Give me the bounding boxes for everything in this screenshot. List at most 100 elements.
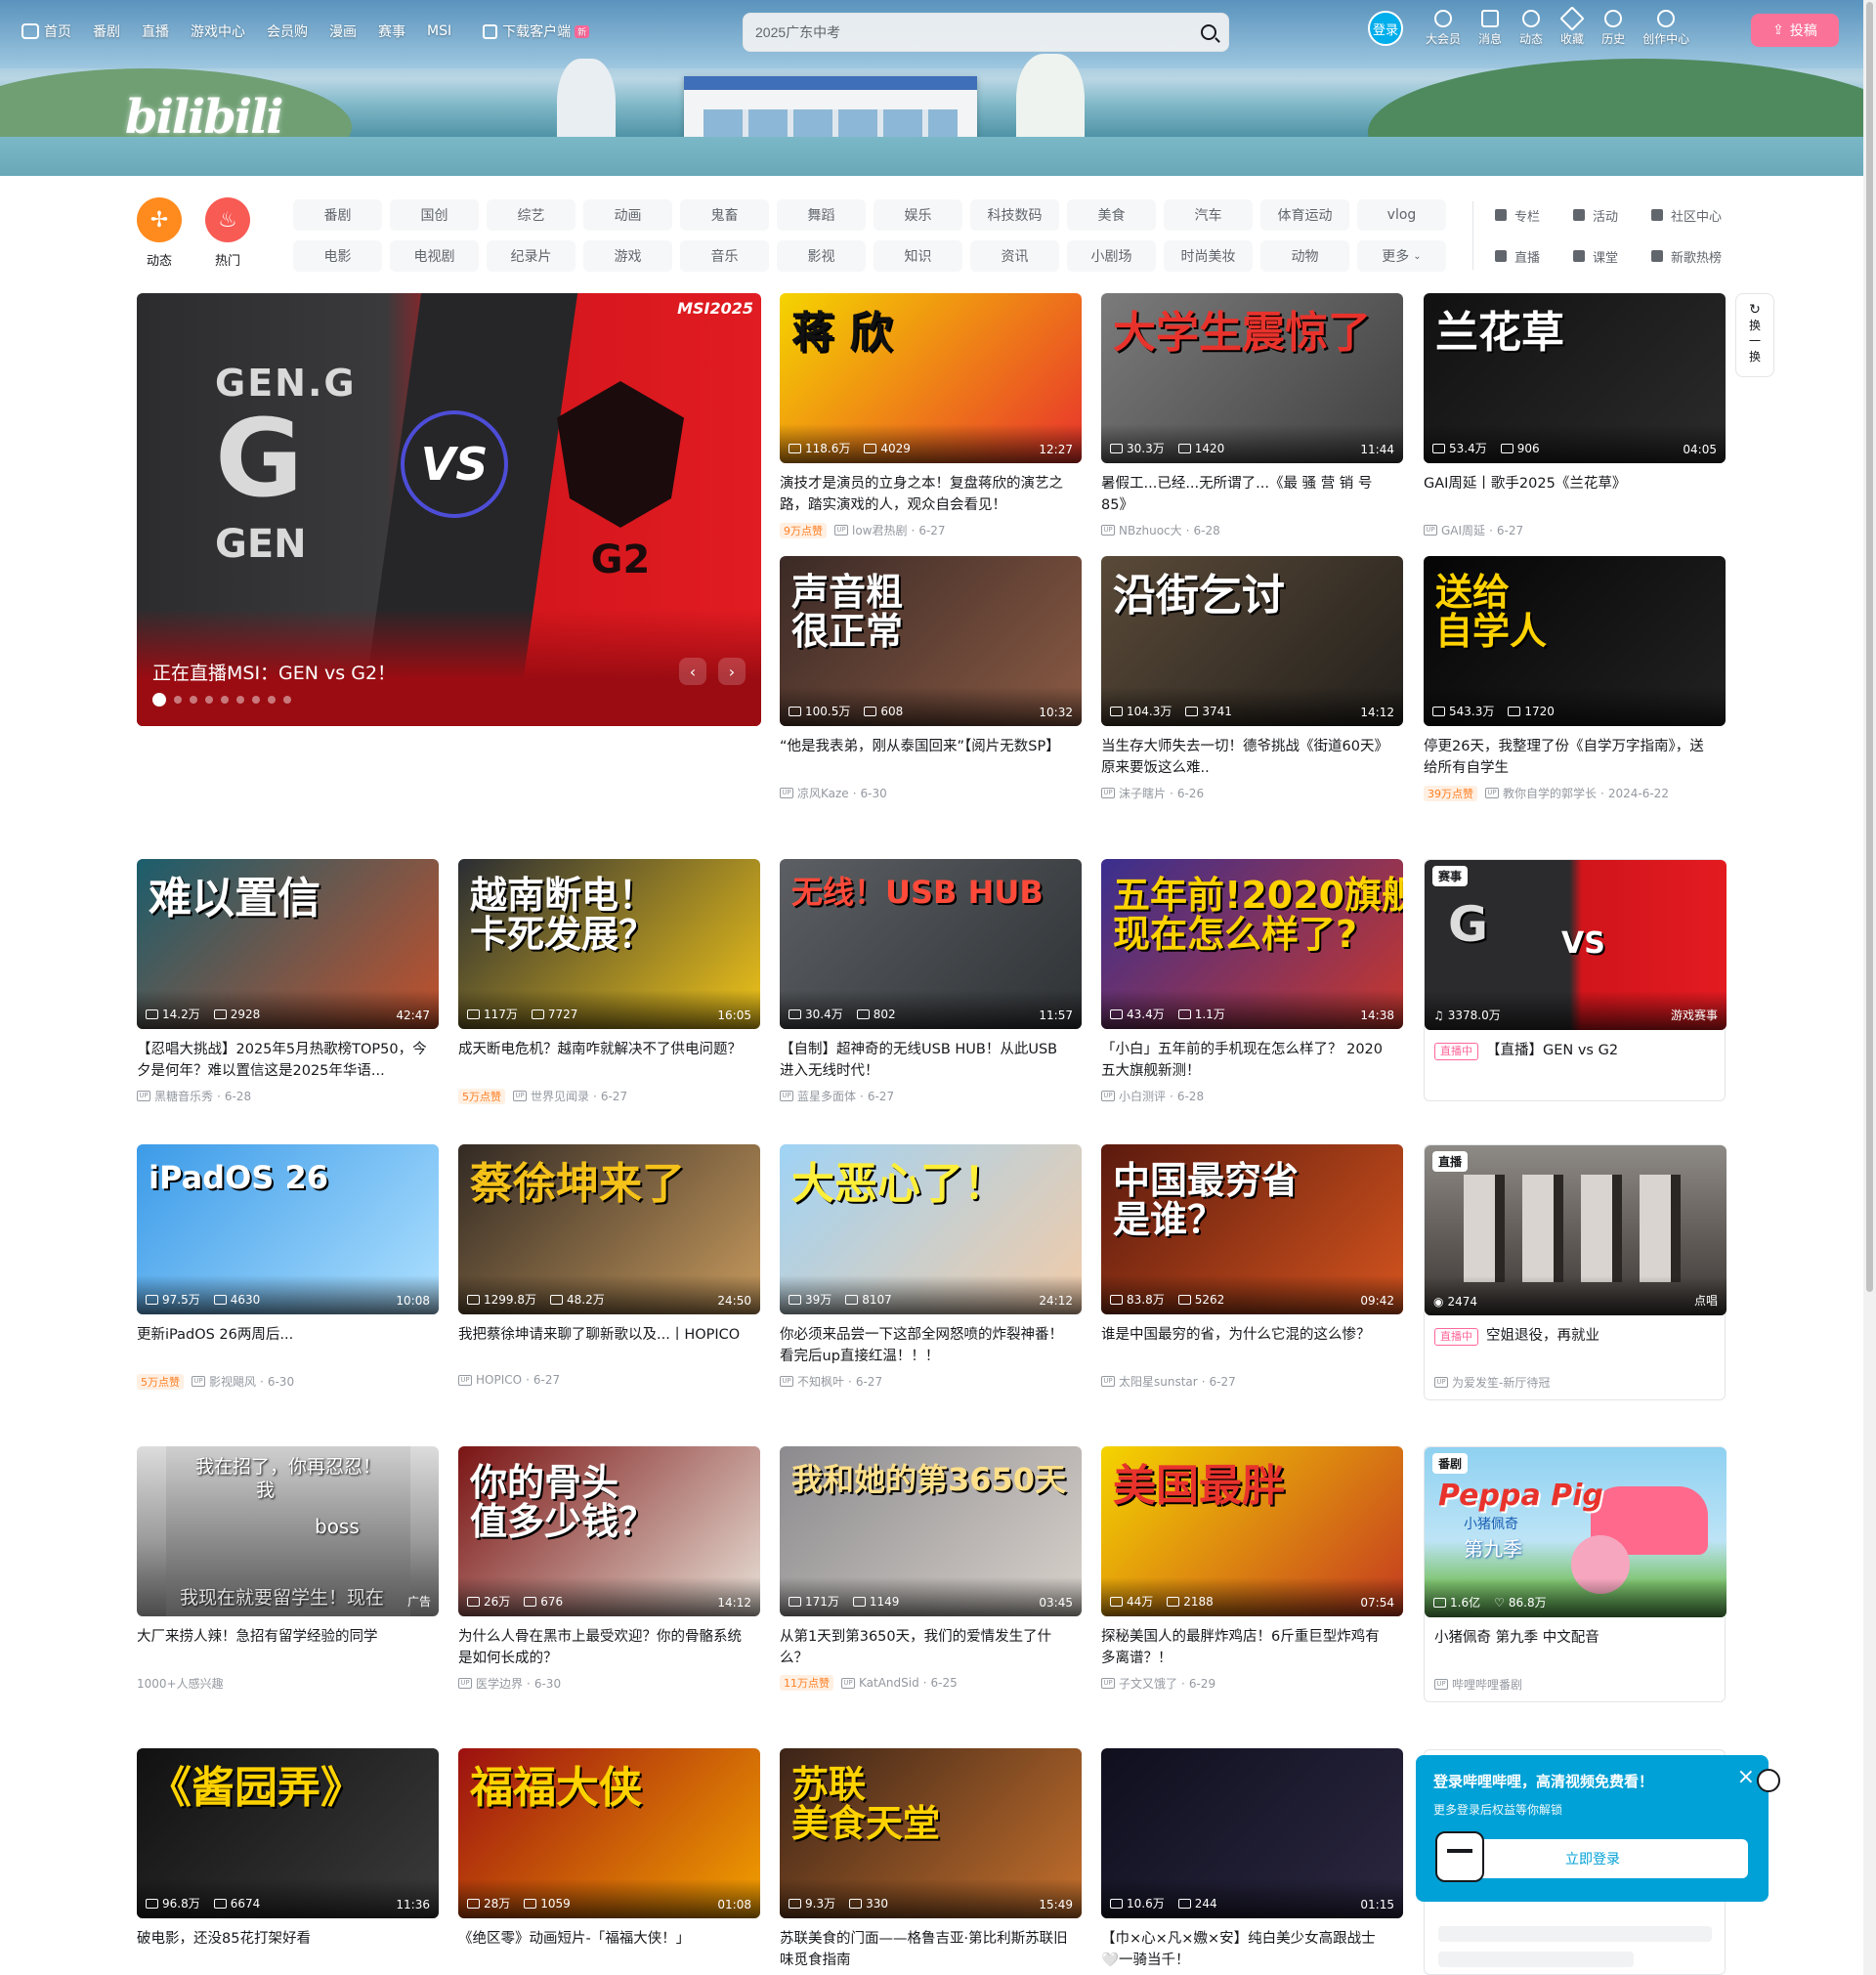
match-thumbnail[interactable]: G VS 赛事 ♫ 3378.0万 游戏赛事 [1425, 860, 1727, 1030]
video-thumbnail[interactable]: 蒋 欣 118.6万 4029 12:27 [780, 293, 1082, 463]
channel-tag[interactable]: 时尚美妆 [1164, 240, 1253, 272]
channel-tag[interactable]: 美食 [1067, 199, 1156, 231]
video-card[interactable]: 大学生震惊了 30.3万 1420 11:44 暑假工...已经...无所谓了..… [1101, 293, 1403, 538]
hot-channel[interactable]: ♨ 热门 [191, 197, 265, 269]
video-meta[interactable]: UP GAI周延 · 6-27 [1424, 522, 1726, 538]
carousel-dot[interactable] [152, 693, 166, 707]
match-title[interactable]: 直播中 【直播】GEN vs G2 [1425, 1040, 1725, 1083]
bangumi-meta[interactable]: UP 哔哩哔哩番剧 [1425, 1676, 1725, 1693]
video-title[interactable]: 破电影，还没85花打架好看 [137, 1928, 439, 1971]
video-thumbnail[interactable]: 中国最穷省 是谁？ 83.8万 5262 09:42 [1101, 1144, 1403, 1314]
upload-button[interactable]: ⇪ 投稿 [1751, 14, 1839, 47]
video-title[interactable]: 更新iPadOS 26两周后... [137, 1324, 439, 1367]
activity-link[interactable]: 活动 [1573, 199, 1651, 231]
live-link[interactable]: 直播 [1495, 240, 1573, 272]
channel-tag[interactable]: 纪录片 [487, 240, 576, 272]
carousel-dot[interactable] [236, 696, 244, 704]
video-thumbnail[interactable]: 蔡徐坤来了 1299.8万 48.2万 24:50 [458, 1144, 760, 1314]
channel-tag[interactable]: 知识 [874, 240, 962, 272]
video-card[interactable]: 福福大侠 28万 1059 01:08 《绝区零》动画短片-「福福大侠！」 [458, 1748, 760, 1975]
channel-tag[interactable]: 番剧 [293, 199, 382, 231]
video-card[interactable]: 蒋 欣 118.6万 4029 12:27 演技才是演员的立身之本！复盘蒋欣的演艺… [780, 293, 1082, 538]
video-meta[interactable]: UP 不知枫叶 · 6-27 [780, 1373, 1082, 1390]
nav-msi[interactable]: MSI [427, 23, 451, 39]
channel-tag[interactable]: 科技数码 [970, 199, 1059, 231]
video-thumbnail[interactable]: 无线！USB HUB 30.4万 802 11:57 [780, 859, 1082, 1029]
side-mascot-icon[interactable] [1757, 1769, 1780, 1792]
course-link[interactable]: 课堂 [1573, 240, 1651, 272]
community-link[interactable]: 社区中心 [1651, 199, 1729, 231]
video-thumbnail[interactable]: 声音粗 很正常 100.5万 608 10:32 [780, 556, 1082, 726]
carousel-dot[interactable] [190, 696, 197, 704]
carousel-dot[interactable] [205, 696, 213, 704]
nav-esports[interactable]: 赛事 [378, 21, 405, 41]
video-card[interactable]: 沿街乞讨 104.3万 3741 14:12 当生存大师失去一切！德爷挑战《街道6… [1101, 556, 1403, 801]
video-thumbnail[interactable]: 10.6万 244 01:15 [1101, 1748, 1403, 1918]
history-link[interactable]: 历史 [1601, 10, 1625, 47]
video-thumbnail[interactable]: 《酱园弄》 96.8万 6674 11:36 [137, 1748, 439, 1918]
video-title[interactable]: 从第1天到第3650天，我们的爱情发生了什么？ [780, 1626, 1082, 1669]
video-title[interactable]: 我把蔡徐坤请来聊了聊新歌以及...丨HOPICO [458, 1324, 760, 1367]
nav-bangumi[interactable]: 番剧 [93, 21, 120, 41]
carousel-dot[interactable] [283, 696, 291, 704]
dynamic-channel[interactable]: ✢ 动态 [122, 197, 196, 269]
video-card[interactable]: 难以置信 14.2万 2928 42:47 【忍唱大挑战】2025年5月热歌榜TO… [137, 859, 439, 1104]
carousel-dot[interactable] [221, 696, 229, 704]
video-card[interactable]: 美国最胖 44万 2188 07:54 探秘美国人的最胖炸鸡店！6斤重巨型炸鸡有多… [1101, 1446, 1403, 1692]
video-thumbnail[interactable]: 兰花草 53.4万 906 04:05 [1424, 293, 1726, 463]
channel-tag[interactable]: 国创 [390, 199, 479, 231]
video-title[interactable]: 【自制】超神奇的无线USB HUB！从此USB进入无线时代！ [780, 1039, 1082, 1082]
video-title[interactable]: GAI周延丨歌手2025《兰花草》 [1424, 473, 1726, 516]
dynamic-link[interactable]: 动态 [1519, 10, 1543, 47]
video-meta[interactable]: UP 凉风Kaze · 6-30 [780, 785, 1082, 801]
carousel-prev-button[interactable]: ‹ [679, 658, 706, 685]
carousel-dot[interactable] [174, 696, 182, 704]
video-title[interactable]: 当生存大师失去一切！德爷挑战《街道60天》原来要饭这么难.. [1101, 736, 1403, 779]
channel-tag[interactable]: 娱乐 [874, 199, 962, 231]
video-title[interactable]: 探秘美国人的最胖炸鸡店！6斤重巨型炸鸡有多离谱？！ [1101, 1626, 1403, 1669]
video-card[interactable]: 兰花草 53.4万 906 04:05 GAI周延丨歌手2025《兰花草》 UP G… [1424, 293, 1726, 538]
video-thumbnail[interactable]: 大恶心了！ 39万 8107 24:12 [780, 1144, 1082, 1314]
search-input[interactable] [755, 24, 1201, 40]
channel-tag[interactable]: 综艺 [487, 199, 576, 231]
video-card[interactable]: 无线！USB HUB 30.4万 802 11:57 【自制】超神奇的无线USB … [780, 859, 1082, 1104]
video-card[interactable]: 中国最穷省 是谁？ 83.8万 5262 09:42 谁是中国最穷的省，为什么它混的… [1101, 1144, 1403, 1390]
live-title[interactable]: 直播中 空姐退役，再就业 [1425, 1325, 1725, 1368]
video-thumbnail[interactable]: 送给 自学人 543.3万 1720 [1424, 556, 1726, 726]
video-thumbnail[interactable]: 福福大侠 28万 1059 01:08 [458, 1748, 760, 1918]
channel-tag[interactable]: 舞蹈 [777, 199, 866, 231]
video-meta[interactable]: UP NBzhuoc大 · 6-28 [1101, 522, 1403, 538]
nav-live[interactable]: 直播 [142, 21, 169, 41]
video-thumbnail[interactable]: 沿街乞讨 104.3万 3741 14:12 [1101, 556, 1403, 726]
creator-link[interactable]: 创作中心 [1642, 10, 1689, 47]
bangumi-thumbnail[interactable]: Peppa Pig 小猪佩奇 第九季 番剧 1.6亿 ♡ 86.8万 [1425, 1447, 1727, 1617]
channel-tag[interactable]: 鬼畜 [680, 199, 769, 231]
video-thumbnail[interactable]: 美国最胖 44万 2188 07:54 [1101, 1446, 1403, 1616]
video-card[interactable]: 大恶心了！ 39万 8107 24:12 你必须来品尝一下这部全网怒喷的炸裂神番！… [780, 1144, 1082, 1390]
video-thumbnail[interactable]: 难以置信 14.2万 2928 42:47 [137, 859, 439, 1029]
video-meta[interactable]: UP 小白测评 · 6-28 [1101, 1088, 1403, 1104]
video-meta[interactable]: 11万点赞 UP KatAndSid · 6-25 [780, 1675, 1082, 1691]
video-meta[interactable]: UP 子文又饿了 · 6-29 [1101, 1675, 1403, 1692]
video-title[interactable]: 你必须来品尝一下这部全网怒喷的炸裂神番！看完后up直接红温！！！ [780, 1324, 1082, 1367]
video-card[interactable]: 声音粗 很正常 100.5万 608 10:32 “他是我表弟，刚从泰国回来”【阅片… [780, 556, 1082, 801]
video-thumbnail[interactable]: 苏联 美食天堂 9.3万 330 15:49 [780, 1748, 1082, 1918]
video-card[interactable]: 10.6万 244 01:15 【巾×心×凡×嫐×安】纯白美少女高跟战士🤍一骑当千… [1101, 1748, 1403, 1975]
video-thumbnail[interactable]: 你的骨头 值多少钱？ 26万 676 14:12 [458, 1446, 760, 1616]
more-dropdown[interactable]: 更多 ⌄ [1357, 240, 1446, 272]
nav-game-center[interactable]: 游戏中心 [191, 21, 245, 41]
channel-tag[interactable]: 音乐 [680, 240, 769, 272]
carousel-caption[interactable]: 正在直播MSI：GEN vs G2！ [152, 659, 396, 685]
ad-card[interactable]: 我在招了，你再忍忍！ 我 boss 我现在就要留学生！现在 广告 大厂来捞人辣！… [137, 1446, 439, 1692]
video-title[interactable]: 谁是中国最穷的省，为什么它混的这么惨？ [1101, 1324, 1403, 1367]
message-link[interactable]: 消息 [1478, 10, 1502, 47]
carousel-next-button[interactable]: › [718, 658, 746, 685]
video-meta[interactable]: 39万点赞 UP 教你自学的郭学长 · 2024-6-22 [1424, 785, 1726, 801]
video-thumbnail[interactable]: 我和她的第3650天 171万 1149 03:45 [780, 1446, 1082, 1616]
video-meta[interactable]: 5万点赞 UP 世界见闻录 · 6-27 [458, 1088, 760, 1104]
video-card[interactable]: 越南断电！ 卡死发展？ 117万 7727 16:05 成天断电危机？越南咋就解决不… [458, 859, 760, 1104]
favorite-link[interactable]: 收藏 [1559, 6, 1585, 47]
video-title[interactable]: 「小白」五年前的手机现在怎么样了？ 2020五大旗舰新测！ [1101, 1039, 1403, 1082]
live-thumbnail[interactable]: 直播 ◉ 2474 点唱 [1425, 1145, 1727, 1315]
video-card[interactable]: 五年前!2020旗舰机现在怎么样了? 43.4万 1.1万 14:38 「小白」五… [1101, 859, 1403, 1104]
